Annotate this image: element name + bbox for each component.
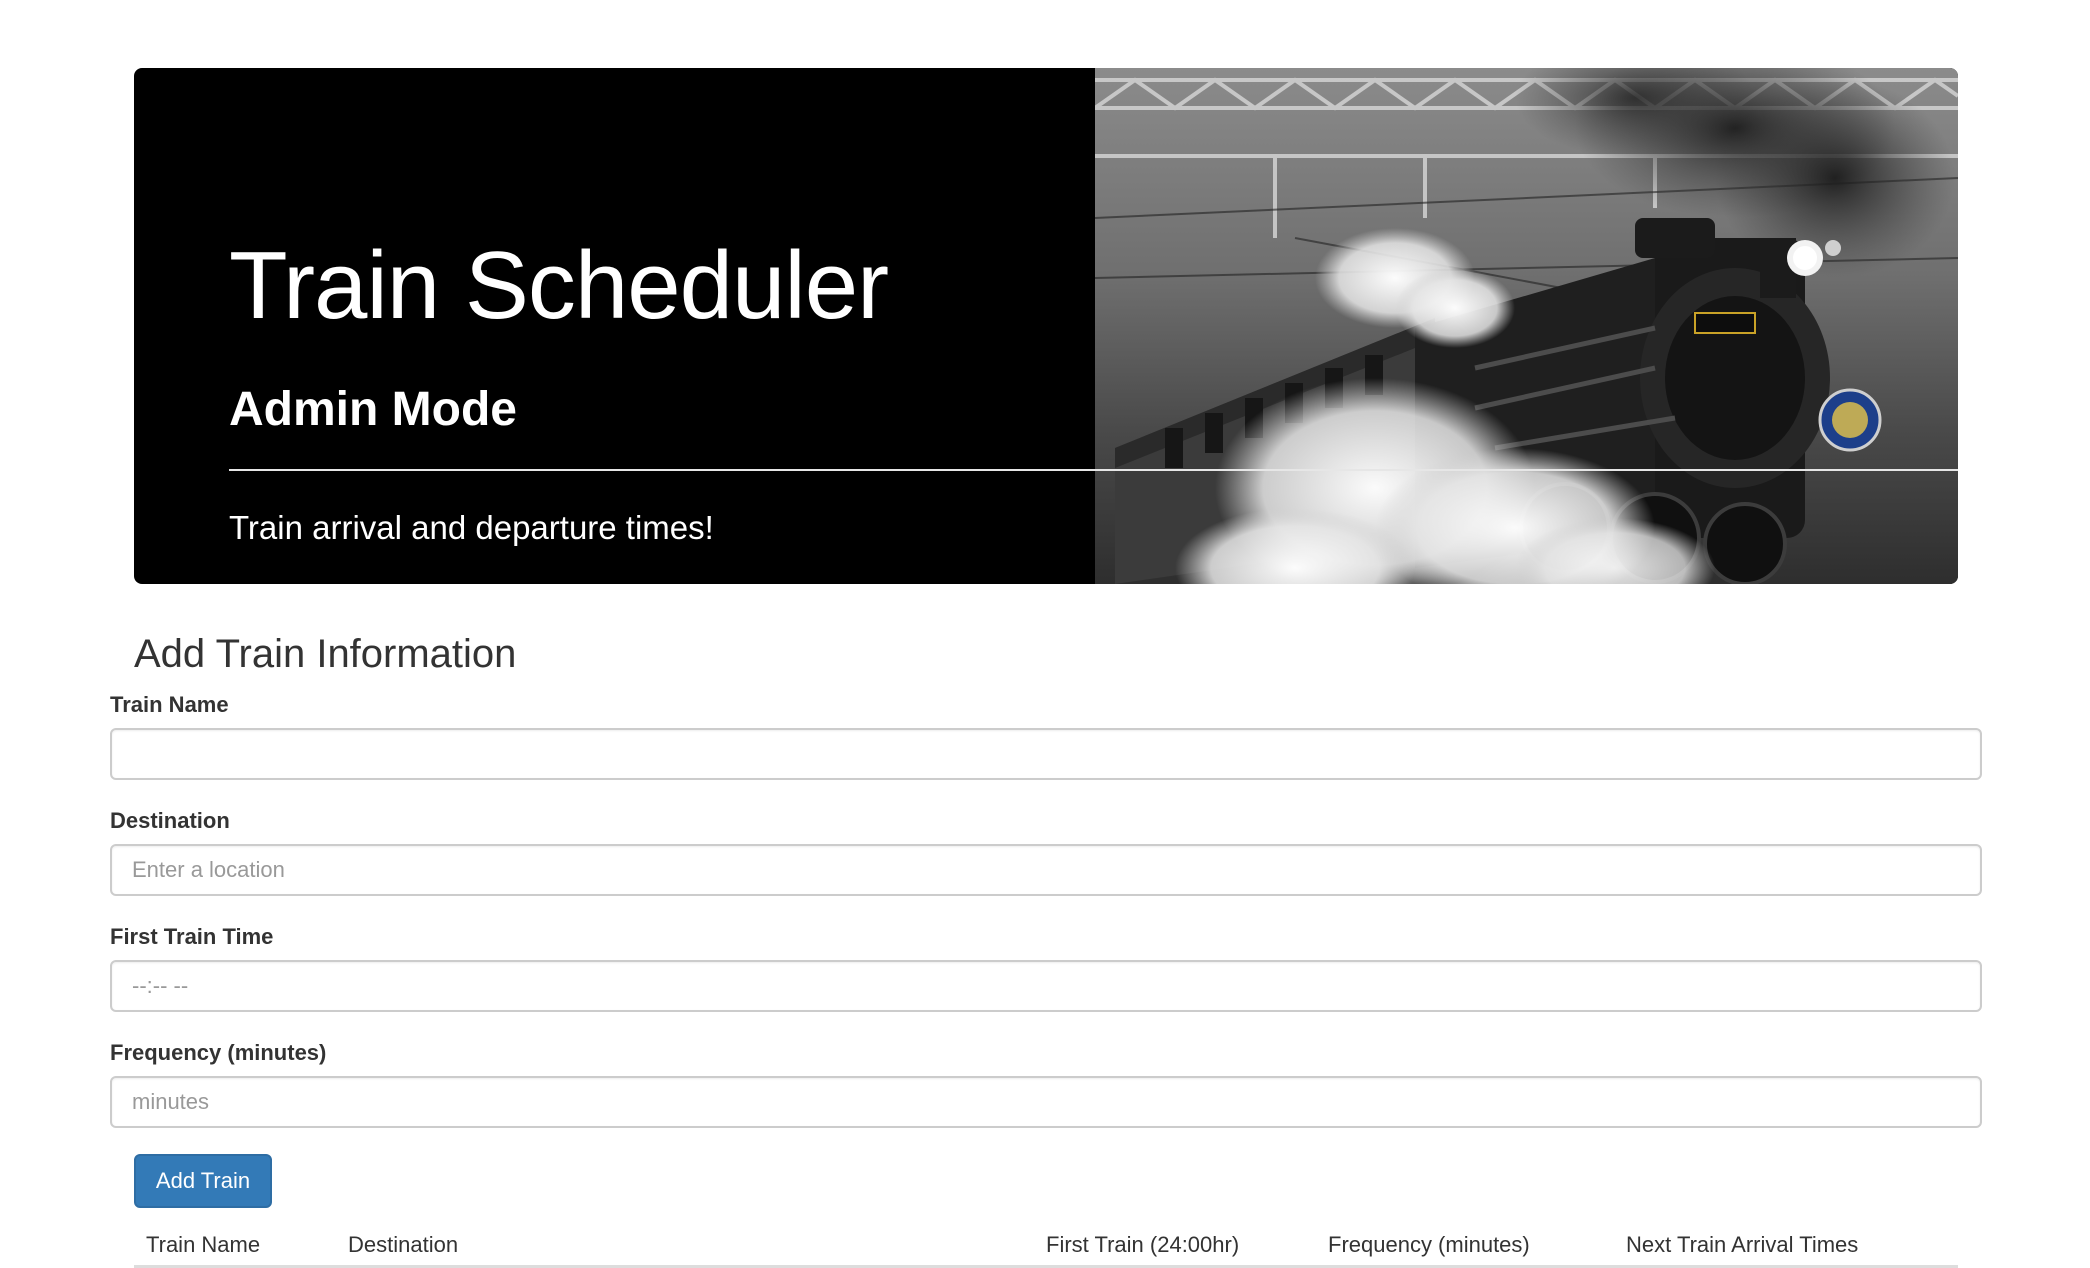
header-divider [229, 469, 1958, 471]
frequency-label: Frequency (minutes) [110, 1040, 327, 1065]
train-name-label: Train Name [110, 692, 229, 717]
frequency-input[interactable] [110, 1076, 1982, 1128]
jumbotron-header: Train Scheduler Admin Mode Train arrival… [134, 68, 1958, 584]
destination-input[interactable] [110, 844, 1982, 896]
add-train-button[interactable]: Add Train [134, 1154, 272, 1208]
destination-label: Destination [110, 808, 230, 833]
train-name-input[interactable] [110, 728, 1982, 780]
column-header-first-train: First Train (24:00hr) [1046, 1232, 1240, 1257]
page-title: Train Scheduler [229, 232, 889, 339]
column-header-next-arrival: Next Train Arrival Times [1626, 1232, 1859, 1257]
steam-train-image [1095, 68, 1958, 584]
first-train-time-input[interactable] [110, 960, 1982, 1012]
column-header-frequency: Frequency (minutes) [1328, 1232, 1530, 1257]
first-train-time-label: First Train Time [110, 924, 274, 949]
header-lead-text: Train arrival and departure times! [229, 509, 714, 546]
train-table-header: Train Name Destination First Train (24:0… [134, 1220, 1958, 1268]
steam-train-illustration [1095, 68, 1958, 584]
column-header-destination: Destination [348, 1232, 459, 1257]
form-title: Add Train Information [134, 632, 517, 676]
page-subtitle: Admin Mode [229, 383, 517, 436]
column-header-train-name: Train Name [146, 1232, 261, 1257]
